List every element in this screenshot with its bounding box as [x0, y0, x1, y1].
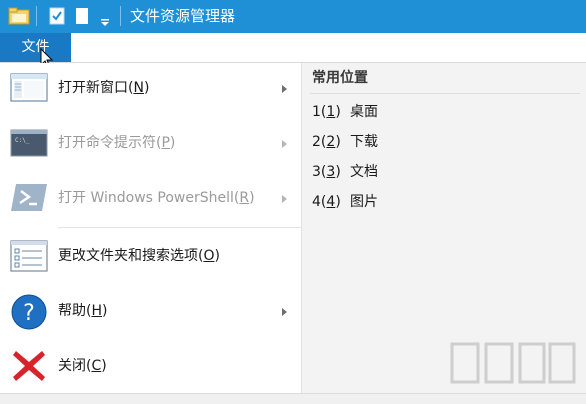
- close-icon: [10, 348, 48, 384]
- window-title: 文件资源管理器: [130, 7, 236, 25]
- toolbar-separator: [36, 6, 37, 26]
- folder-icon[interactable]: [8, 6, 30, 30]
- command-prompt-icon: C:\_: [10, 125, 48, 161]
- recent-item-number: 4(4): [312, 194, 341, 210]
- new-window-icon: [10, 70, 48, 106]
- recent-item-desktop[interactable]: 1(1) 桌面: [312, 100, 378, 124]
- title-bar: 文件资源管理器: [0, 0, 586, 33]
- svg-text:?: ?: [23, 301, 35, 326]
- header-divider: [310, 93, 580, 94]
- submenu-arrow-icon: [282, 195, 287, 203]
- svg-text:C:\_: C:\_: [15, 137, 30, 144]
- new-folder-icon[interactable]: [74, 6, 90, 30]
- frequent-places-header: 常用位置: [312, 70, 368, 86]
- menu-item-label: 关闭(C): [58, 358, 107, 374]
- recent-item-pictures[interactable]: 4(4) 图片: [312, 190, 378, 214]
- menu-item-close[interactable]: 关闭(C): [0, 343, 301, 389]
- file-menu: 打开新窗口(N) C:\_ 打开命令提示符(P) 打开 Windows Powe…: [0, 63, 302, 393]
- recent-item-documents[interactable]: 3(3) 文档: [312, 160, 378, 184]
- menu-item-label: 打开 Windows PowerShell(R): [58, 190, 255, 206]
- properties-icon[interactable]: [48, 6, 66, 30]
- folder-options-icon: [10, 238, 48, 274]
- menu-item-label: 帮助(H): [58, 303, 108, 319]
- help-icon: ?: [10, 293, 48, 330]
- menu-item-help[interactable]: ? 帮助(H): [0, 288, 301, 334]
- menu-item-label: 打开新窗口(N): [58, 80, 150, 96]
- menu-item-label: 更改文件夹和搜索选项(O): [58, 248, 220, 264]
- recent-item-number: 1(1): [312, 104, 341, 120]
- toolbar-separator: [120, 6, 121, 26]
- ribbon-tabs: 文件: [0, 33, 586, 63]
- recent-item-name: 文档: [350, 164, 378, 180]
- customize-toolbar-icon[interactable]: [100, 12, 110, 31]
- menu-item-open-command-prompt[interactable]: C:\_ 打开命令提示符(P): [0, 120, 301, 166]
- recent-item-name: 图片: [350, 194, 378, 210]
- recent-item-number: 3(3): [312, 164, 341, 180]
- powershell-icon: [10, 180, 48, 216]
- recent-item-name: 下载: [350, 134, 378, 150]
- recent-item-downloads[interactable]: 2(2) 下载: [312, 130, 378, 154]
- watermark-logo: [448, 338, 578, 388]
- recent-item-name: 桌面: [350, 104, 378, 120]
- menu-item-open-new-window[interactable]: 打开新窗口(N): [0, 65, 301, 111]
- menu-item-folder-options[interactable]: 更改文件夹和搜索选项(O): [0, 233, 301, 279]
- status-strip: [0, 393, 586, 404]
- menu-item-label: 打开命令提示符(P): [58, 135, 176, 151]
- recent-item-number: 2(2): [312, 134, 341, 150]
- submenu-arrow-icon: [282, 308, 287, 316]
- tab-file[interactable]: 文件: [0, 33, 71, 62]
- submenu-arrow-icon: [282, 85, 287, 93]
- menu-item-open-powershell[interactable]: 打开 Windows PowerShell(R): [0, 175, 301, 221]
- submenu-arrow-icon: [282, 140, 287, 148]
- menu-separator: [58, 227, 301, 228]
